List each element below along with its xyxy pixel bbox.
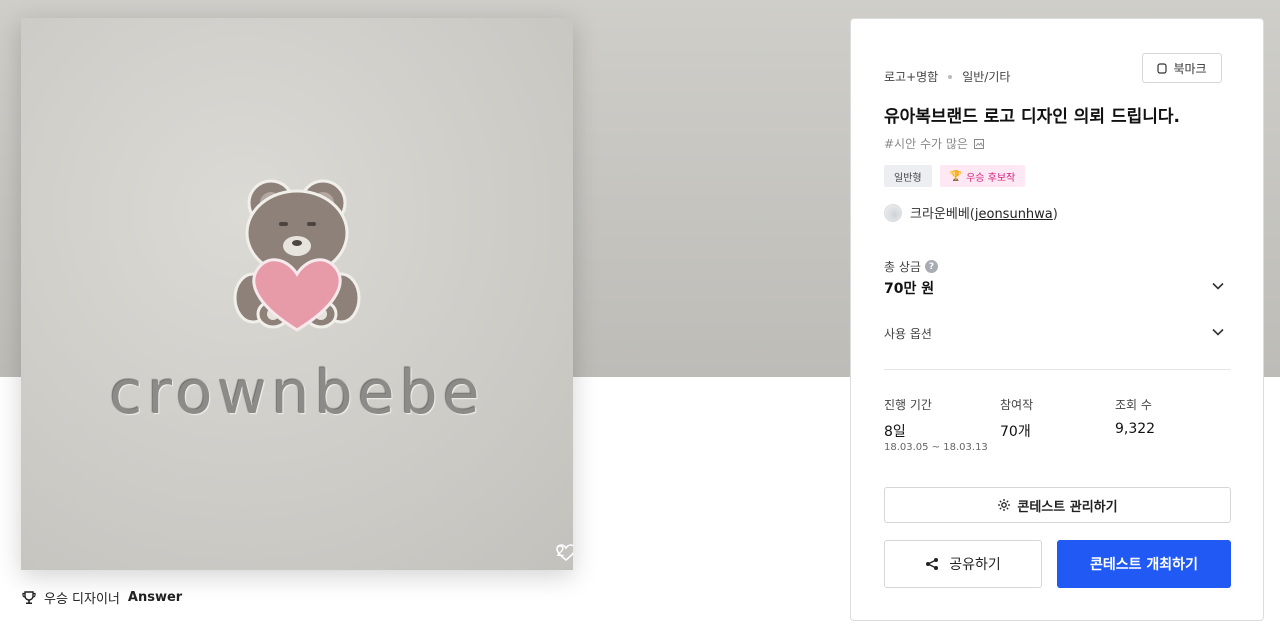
period-label: 진행 기간 <box>884 398 932 412</box>
like-counter[interactable]: 2 <box>556 544 573 562</box>
prize-value: 70만 원 <box>884 281 935 297</box>
gear-icon <box>998 499 1011 511</box>
period-dates: 18.03.05 ~ 18.03.13 <box>884 442 988 453</box>
views-value: 9,322 <box>1115 421 1156 437</box>
breadcrumb-subcategory[interactable]: 일반/기타 <box>962 68 1010 85</box>
share-icon <box>926 558 939 570</box>
breadcrumb-separator <box>948 74 953 79</box>
badge-winner-candidate: 🏆 우승 후보작 <box>939 165 1026 187</box>
entries-label: 참여작 <box>1000 398 1034 412</box>
breadcrumb: 로고+명함 일반/기타 <box>884 68 1010 85</box>
bookmark-button[interactable]: 북마크 <box>1142 53 1222 83</box>
manage-contest-button[interactable]: 콘테스트 관리하기 <box>884 487 1231 523</box>
views-label: 조회 수 <box>1115 398 1152 412</box>
help-icon[interactable]: ? <box>924 260 938 273</box>
contest-badges: 일반형 🏆 우승 후보작 <box>884 165 1026 187</box>
award-designer-name[interactable]: Answer <box>128 590 182 605</box>
award-prefix: 우승 디자이너 <box>44 592 120 607</box>
heart-icon[interactable] <box>556 544 573 562</box>
designer-name: 크라운베베( <box>910 207 975 222</box>
bookmark-label: 북마크 <box>1173 61 1207 76</box>
prize-label: 총 상금 ? <box>884 258 938 275</box>
share-label: 공유하기 <box>949 557 1001 573</box>
participant-designer: 크라운베베(jeonsunhwa) <box>884 203 1058 222</box>
trophy-icon: 🏆 <box>949 170 963 182</box>
chevron-down-icon[interactable] <box>1211 279 1225 293</box>
contest-info-panel: 로고+명함 일반/기타 북마크 유아복브랜드 로고 디자인 의뢰 드립니다. #… <box>850 18 1264 621</box>
share-button[interactable]: 공유하기 <box>884 540 1042 588</box>
host-contest-button[interactable]: 콘테스트 개최하기 <box>1057 540 1231 588</box>
manage-contest-label: 콘테스트 관리하기 <box>1017 499 1118 515</box>
designer-id-link[interactable]: jeonsunhwa <box>975 207 1053 222</box>
entries-value: 70개 <box>1000 424 1031 440</box>
emoji-icon <box>973 139 984 149</box>
winning-designer: 우승 디자이너 Answer <box>22 588 182 607</box>
bear-logo-illustration <box>233 179 361 332</box>
logo-wordmark: crownbebe <box>109 358 485 428</box>
usage-options-label: 사용 옵션 <box>884 327 932 341</box>
contest-title: 유아복브랜드 로고 디자인 의뢰 드립니다. <box>884 107 1181 127</box>
contest-hashtag: #시안 수가 많은 <box>884 135 984 152</box>
hashtag-text: #시안 수가 많은 <box>884 137 968 151</box>
period-value: 8일 <box>884 424 906 440</box>
badge-general-type: 일반형 <box>884 165 932 187</box>
prize-label-text: 총 상금 <box>884 260 921 274</box>
avatar[interactable] <box>884 203 902 222</box>
contest-artwork[interactable]: crownbebe 2 <box>21 18 573 570</box>
divider <box>884 369 1231 370</box>
breadcrumb-category[interactable]: 로고+명함 <box>884 68 938 85</box>
bookmark-icon <box>1157 62 1168 74</box>
designer-close-paren: ) <box>1052 207 1058 222</box>
trophy-icon <box>22 590 36 604</box>
badge-winner-label: 우승 후보작 <box>966 172 1016 184</box>
chevron-down-icon[interactable] <box>1211 325 1225 339</box>
